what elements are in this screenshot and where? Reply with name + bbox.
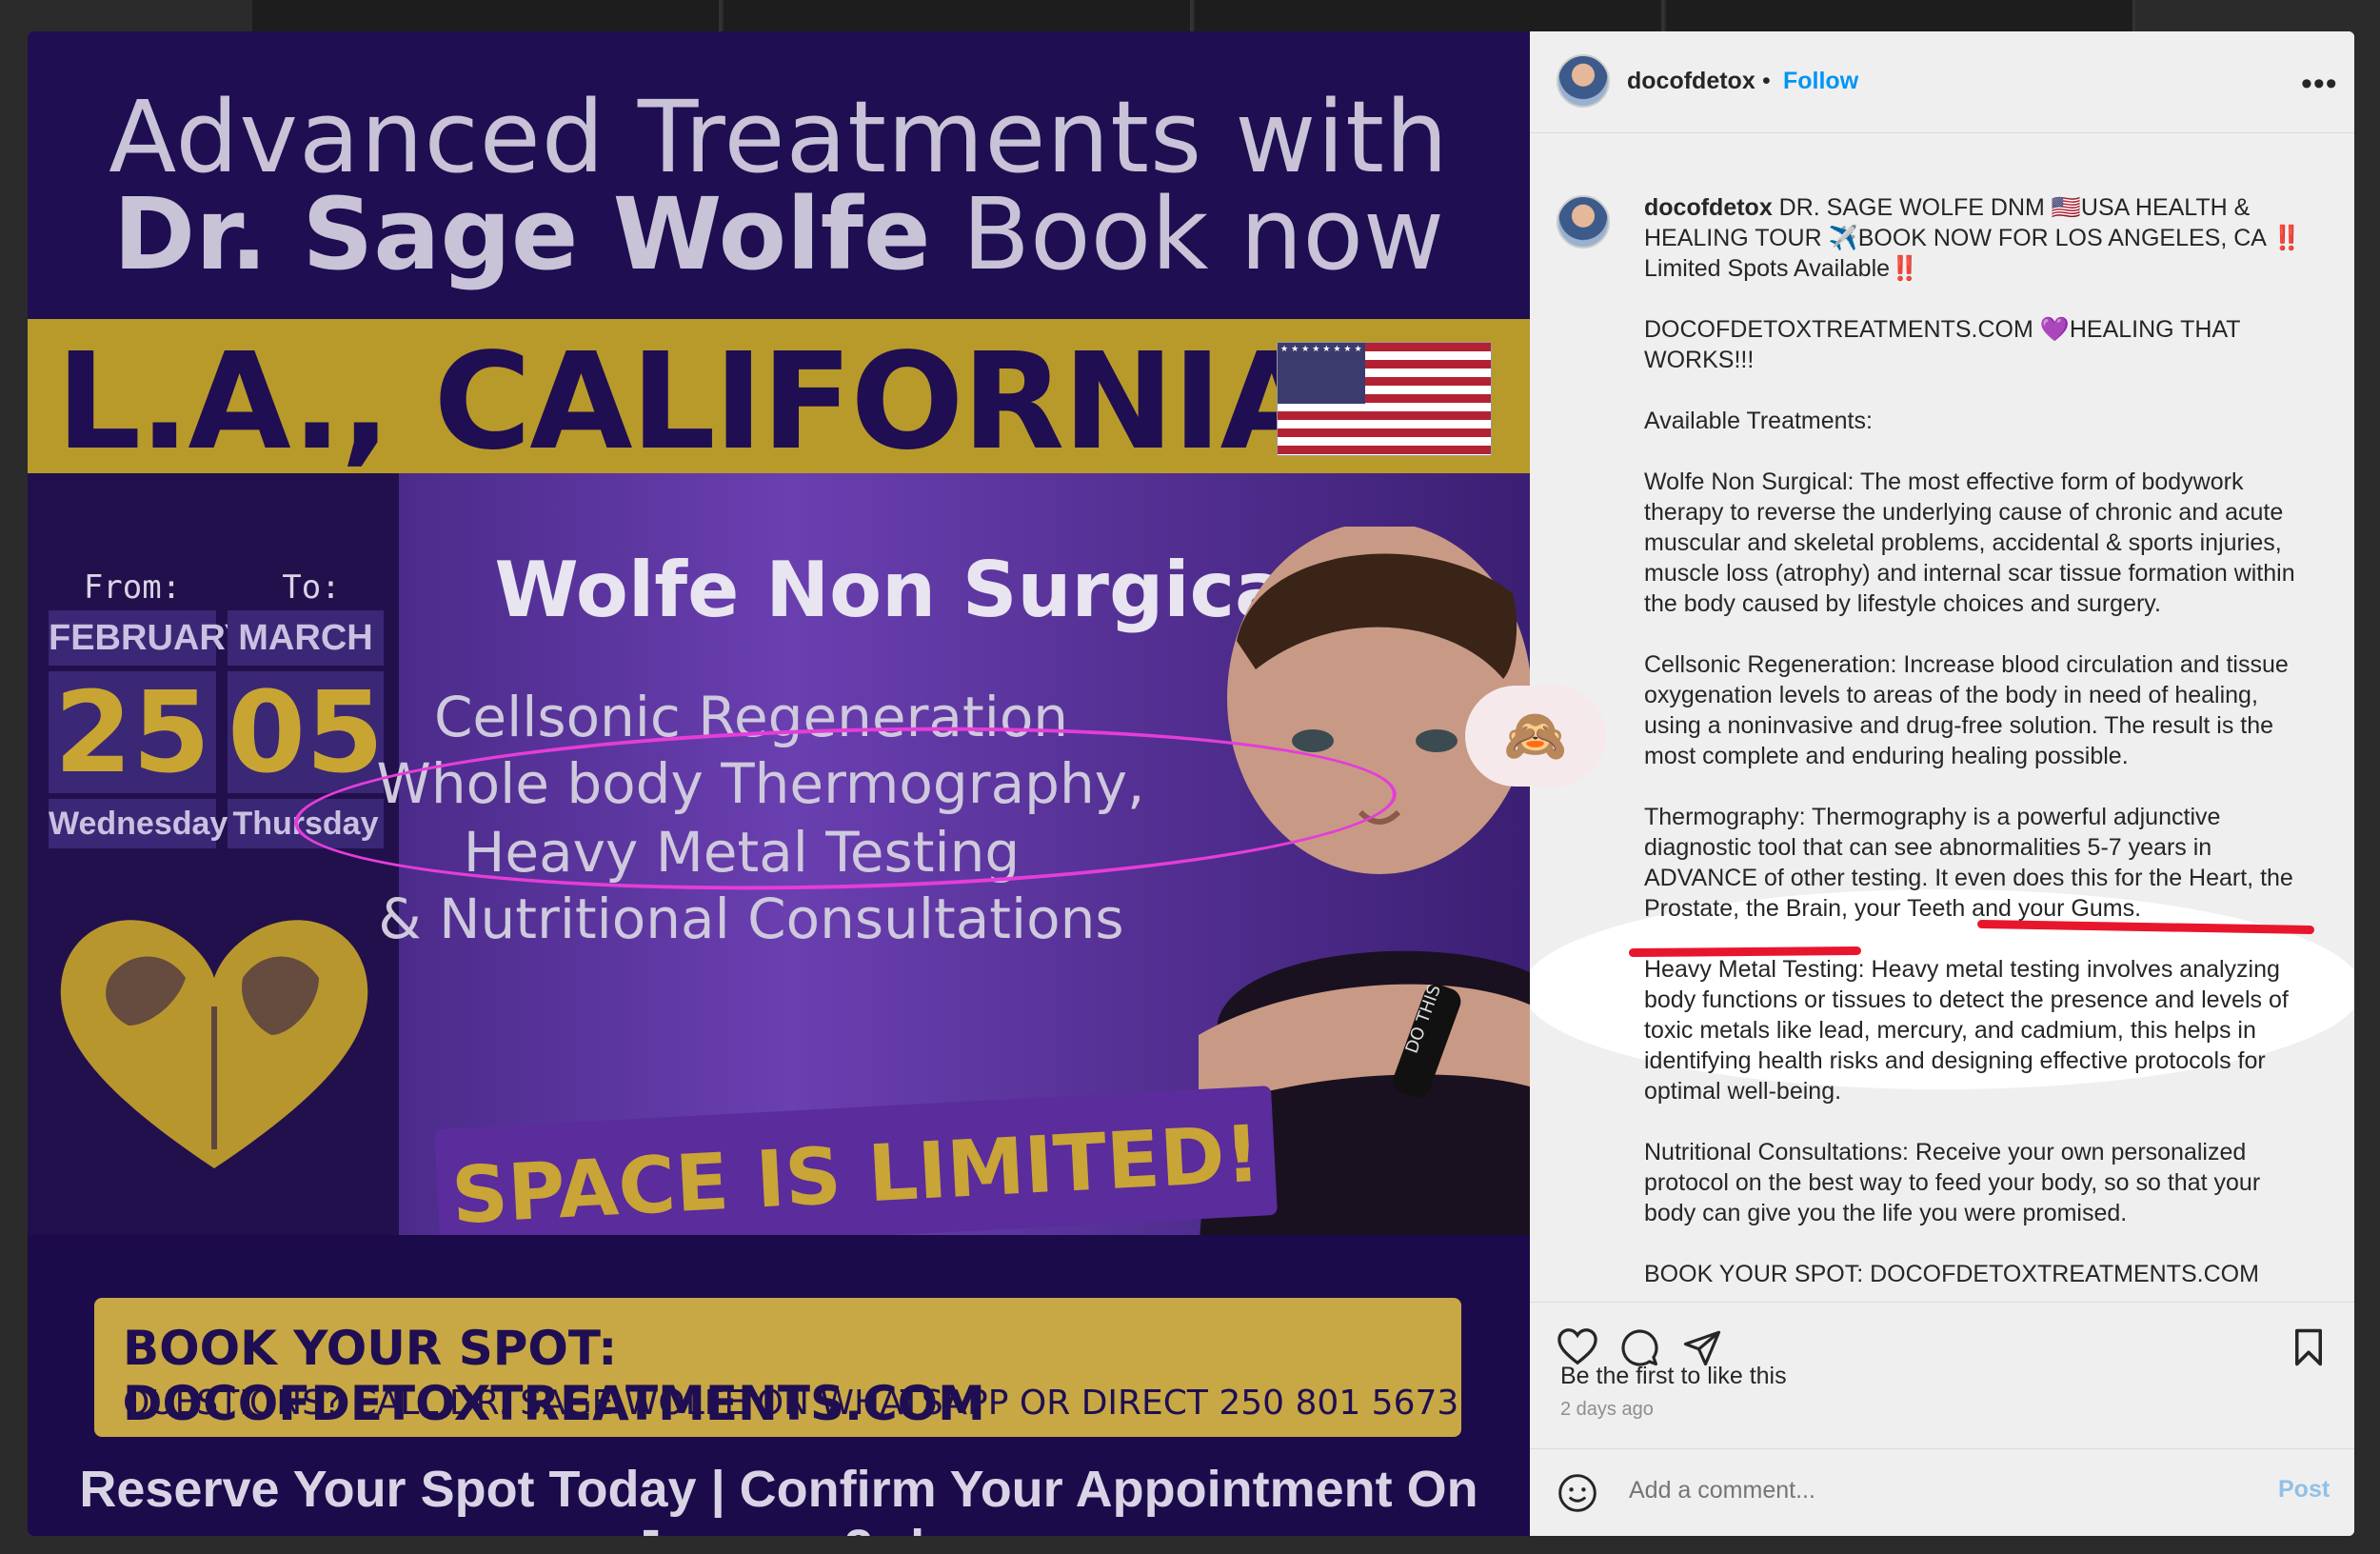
avatar[interactable] [1557, 54, 1610, 108]
header-username[interactable]: docofdetox [1627, 68, 1755, 95]
post-timestamp: 2 days ago [1560, 1399, 1654, 1420]
from-day: 25 [49, 671, 216, 793]
follow-button[interactable]: Follow [1783, 68, 1858, 95]
caption-username[interactable]: docofdetox [1644, 194, 1773, 221]
book-label: BOOK YOUR SPOT: [123, 1321, 618, 1376]
post-button[interactable]: Post [2278, 1476, 2330, 1504]
heart-icon[interactable] [1557, 1327, 1598, 1365]
comment-bar: Post [1530, 1448, 2354, 1536]
caption-paragraph: BOOK YOUR SPOT: DOCOFDETOXTREATMENTS.COM [1644, 1261, 2259, 1287]
questions-line: QUESTIONS? CALL DR. SAGE WOLFE ON WHATSA… [123, 1384, 1459, 1423]
caption-avatar[interactable] [1557, 195, 1610, 249]
flyer-book-now: Book now [930, 176, 1445, 292]
book-spot-box: BOOK YOUR SPOT: DOCOFDETOXTREATMENTS.COM… [94, 1298, 1461, 1437]
caption-paragraph: Wolfe Non Surgical: The most effective f… [1644, 468, 2295, 617]
share-icon[interactable] [1682, 1327, 1722, 1367]
caption-paragraph: docofdetox DR. SAGE WOLFE DNM 🇺🇸USA HEAL… [1644, 192, 2311, 284]
likes-summary: Be the first to like this [1560, 1363, 1787, 1390]
caption-area: docofdetox DR. SAGE WOLFE DNM 🇺🇸USA HEAL… [1530, 132, 2354, 1302]
like-this-link[interactable]: like this [1707, 1363, 1786, 1389]
flyer-doctor-name: Dr. Sage Wolfe [112, 176, 931, 292]
caption-text: docofdetox DR. SAGE WOLFE DNM 🇺🇸USA HEAL… [1644, 192, 2311, 1302]
from-weekday: Wednesday [49, 799, 228, 848]
monkey-emoji-reaction: 🙈 [1465, 686, 1606, 787]
from-label: From: [83, 568, 182, 607]
caption-paragraph-thermography: Thermography: Thermography is a powerful… [1644, 804, 2293, 922]
comment-input[interactable] [1627, 1476, 2202, 1505]
emoji-icon[interactable] [1557, 1472, 1598, 1514]
caption-paragraph: Available Treatments: [1644, 408, 1873, 434]
comment-icon[interactable] [1619, 1327, 1659, 1367]
reserve-line: Reserve Your Spot Today | Confirm Your A… [79, 1461, 1478, 1536]
to-label: To: [282, 568, 341, 607]
post-header: docofdetox • Follow ••• [1530, 31, 2354, 133]
bookmark-icon[interactable] [2291, 1327, 2326, 1367]
from-month: FEBRUARY [49, 610, 248, 666]
post-side-panel: docofdetox • Follow ••• docofdetox DR. S… [1530, 31, 2354, 1536]
location-band: L.A., CALIFORNIA ★★★★★★★★★★★★★★★★★★★★★★★… [28, 319, 1530, 480]
caption-paragraph: Nutritional Consultations: Receive your … [1644, 1139, 2261, 1226]
to-month: MARCH [228, 610, 384, 666]
location-text: L.A., CALIFORNIA [56, 325, 1323, 480]
header-separator: • [1762, 68, 1771, 94]
caption-paragraph: Heavy Metal Testing: Heavy metal testing… [1644, 956, 2289, 1105]
post-image[interactable]: Advanced Treatments with Dr. Sage Wolfe … [28, 31, 1530, 1536]
post-modal: Advanced Treatments with Dr. Sage Wolfe … [28, 31, 2354, 1536]
caption-paragraph: Cellsonic Regeneration: Increase blood c… [1644, 651, 2289, 769]
likes-prefix: Be the first to [1560, 1363, 1708, 1389]
flyer-header: Advanced Treatments with Dr. Sage Wolfe … [28, 31, 1530, 319]
service-4: & Nutritional Consultations [378, 887, 1124, 951]
flyer-title-line2: Dr. Sage Wolfe Book now [28, 176, 1530, 292]
us-flag-icon: ★★★★★★★★★★★★★★★★★★★★★★★★★★★★★★ [1277, 342, 1492, 456]
more-options-icon[interactable]: ••• [2301, 66, 2338, 103]
caption-paragraph: DOCOFDETOXTREATMENTS.COM 💜HEALING THAT W… [1644, 316, 2241, 373]
